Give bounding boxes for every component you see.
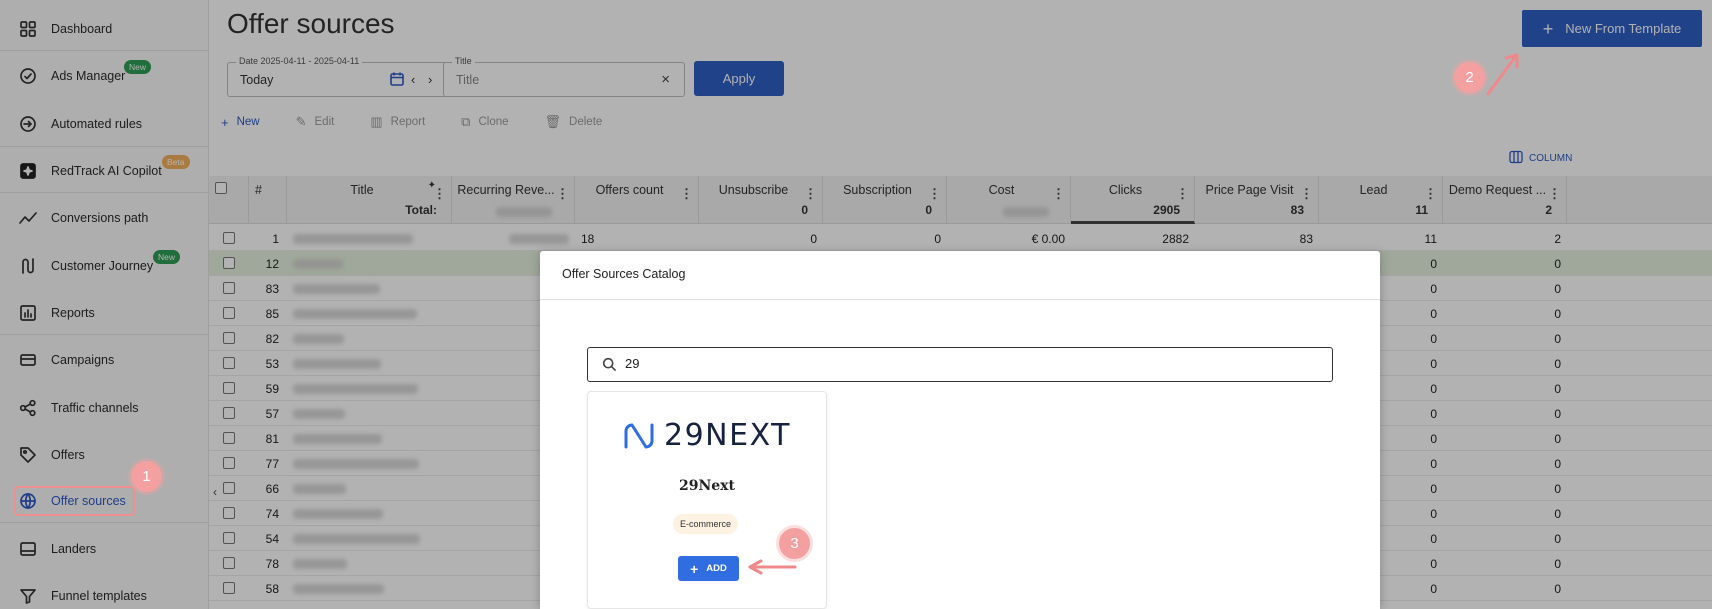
category-tag: E-commerce bbox=[673, 514, 739, 534]
plus-icon: + bbox=[690, 560, 699, 577]
logo-text: 29NEXT bbox=[664, 418, 791, 453]
step-marker-3: 3 bbox=[779, 528, 810, 559]
modal-title: Offer Sources Catalog bbox=[562, 267, 686, 281]
29next-logo-icon bbox=[624, 423, 654, 448]
catalog-search-input[interactable] bbox=[625, 356, 1225, 371]
add-label: ADD bbox=[706, 563, 727, 574]
search-icon bbox=[602, 357, 617, 377]
highlight-offer-sources bbox=[14, 486, 135, 516]
logo-29next: 29NEXT bbox=[622, 418, 791, 453]
catalog-search-field[interactable] bbox=[587, 347, 1333, 382]
card-title: 29Next bbox=[679, 478, 735, 494]
step-marker-1: 1 bbox=[131, 461, 162, 492]
add-button[interactable]: + ADD bbox=[678, 556, 739, 581]
step-marker-2: 2 bbox=[1454, 62, 1485, 93]
modal-divider bbox=[540, 299, 1380, 300]
offer-source-card[interactable]: 29NEXT 29Next E-commerce + ADD bbox=[587, 391, 827, 609]
offer-sources-catalog-modal: Offer Sources Catalog 29NEXT 29Next E-co… bbox=[540, 251, 1380, 609]
